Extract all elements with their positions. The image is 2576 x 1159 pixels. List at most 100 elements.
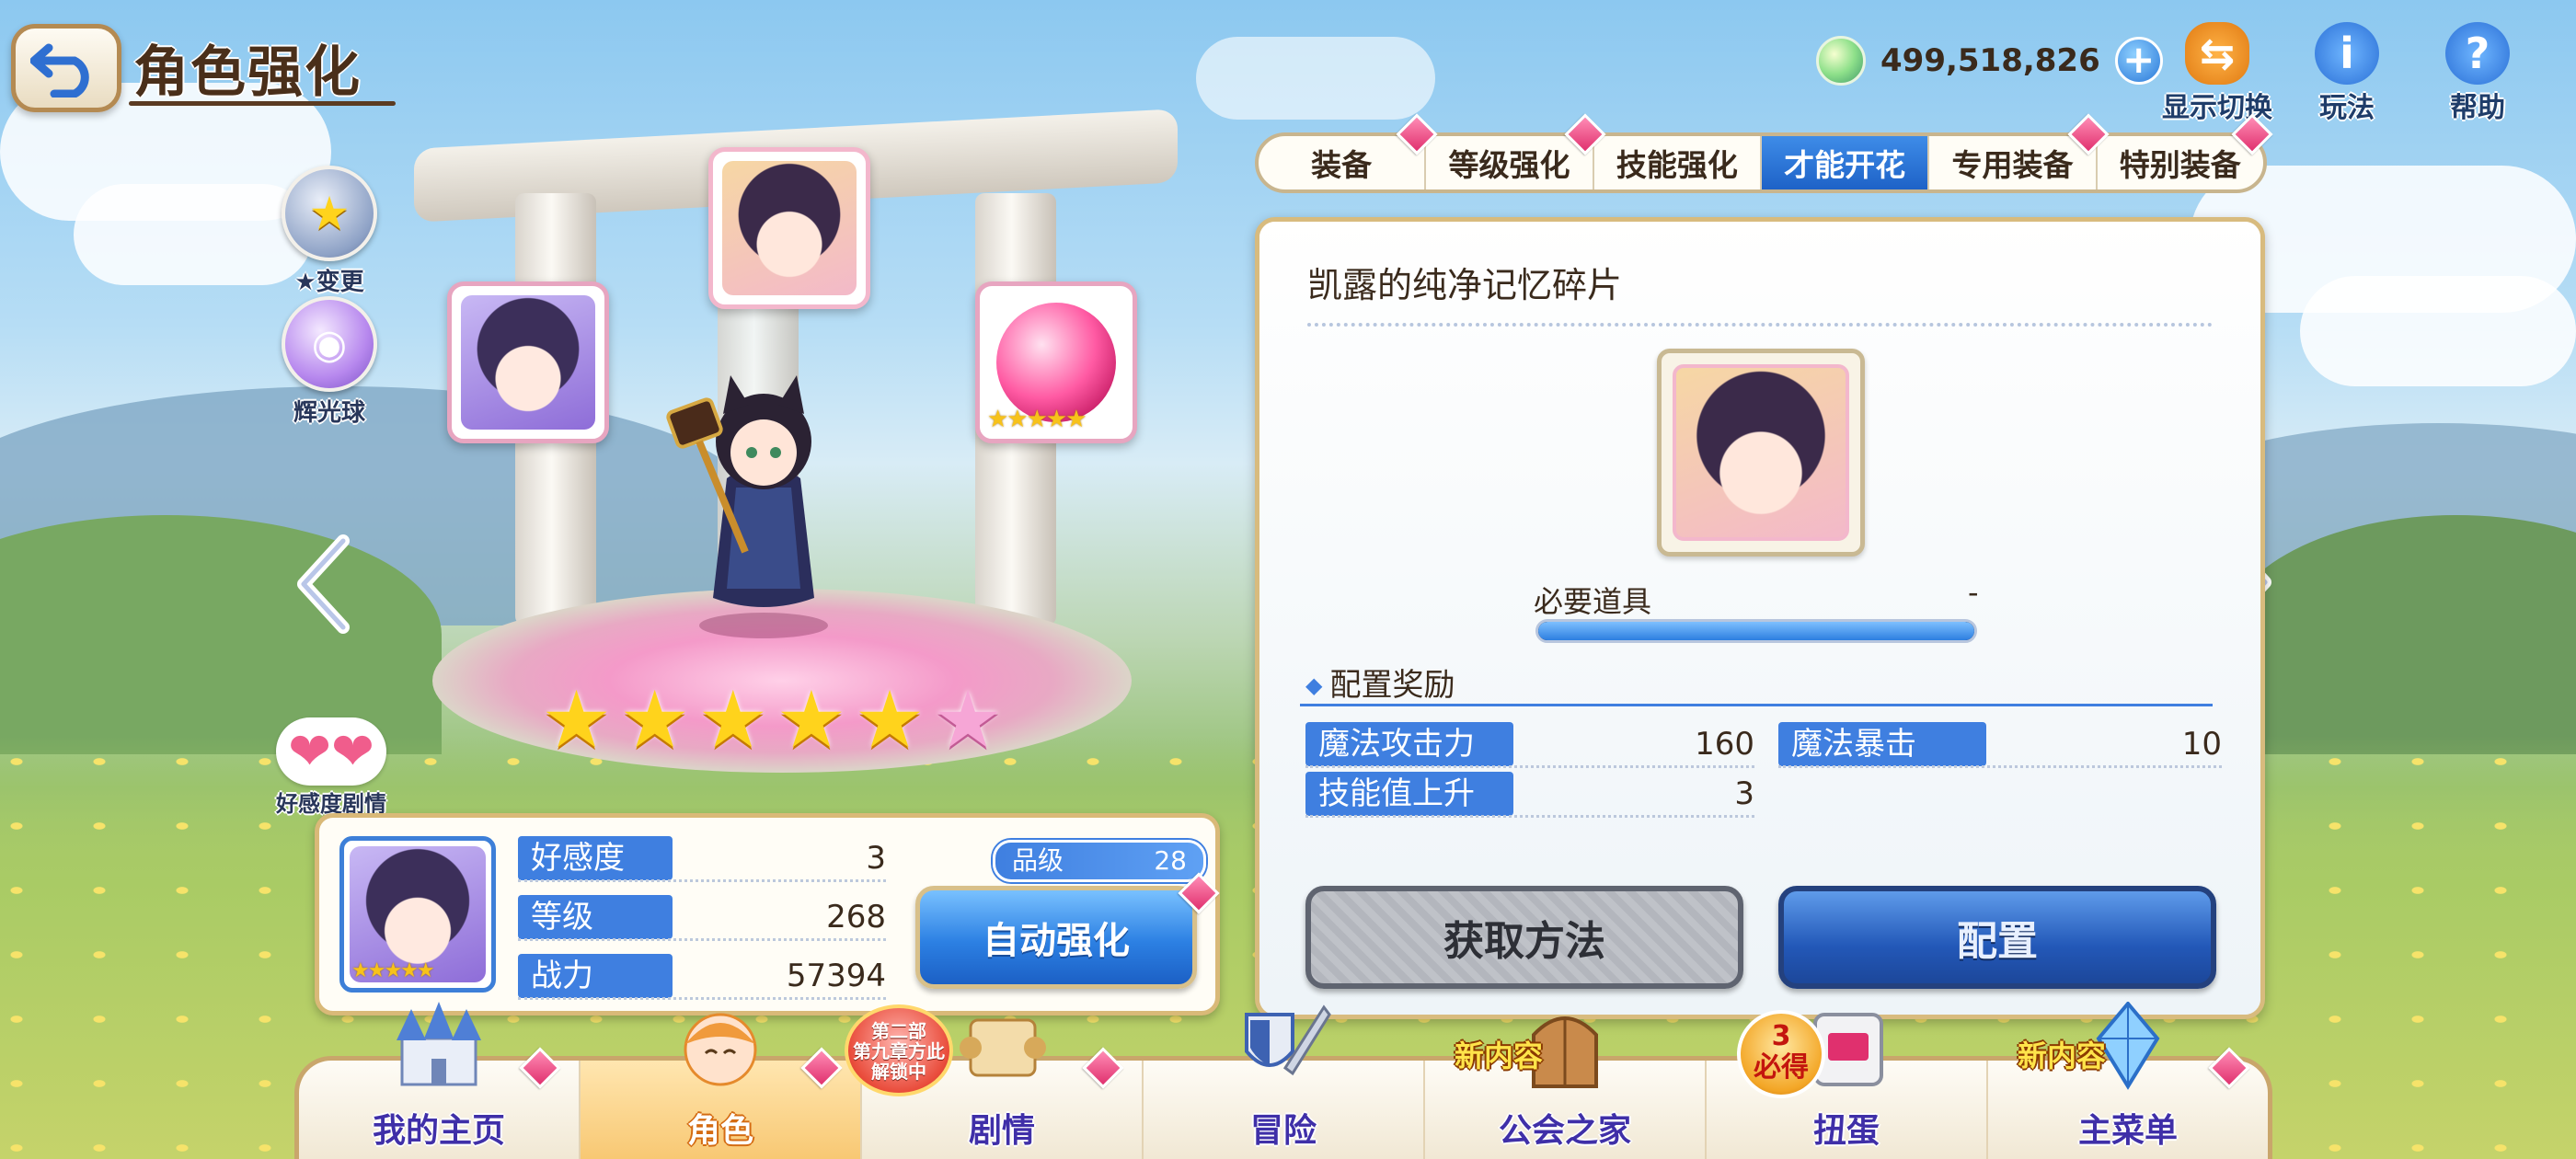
- back-arrow-icon: [30, 43, 89, 98]
- character-info-panel: ★★★★★ 好感度 3 等级 268 战力 57394 品级 28 自动强化: [315, 813, 1220, 1016]
- back-button[interactable]: [11, 24, 121, 112]
- star-change-button[interactable]: ★ ★变更: [282, 166, 377, 297]
- chapter-badge-line: 第九章方此: [853, 1040, 945, 1062]
- required-item-value: -: [1968, 575, 1979, 610]
- bonus-value: 160: [1695, 726, 1754, 763]
- get-method-button[interactable]: 获取方法: [1305, 886, 1743, 989]
- tab-label: 技能强化: [1616, 147, 1738, 183]
- affection-story-button[interactable]: ❤❤ 好感度剧情: [276, 717, 386, 818]
- help-label: 帮助: [2450, 92, 2505, 124]
- memory-piece-item[interactable]: [1657, 349, 1865, 557]
- sword-shield-icon: [1245, 1004, 1331, 1076]
- previous-character-arrow[interactable]: [293, 534, 357, 635]
- auto-enhance-button[interactable]: 自动强化: [915, 886, 1197, 989]
- currency-value: 499,518,826: [1880, 42, 2100, 79]
- required-item-label: 必要道具: [1534, 584, 1652, 619]
- nav-character[interactable]: 角色: [581, 1013, 862, 1159]
- glow-orb-button[interactable]: ◉ 辉光球: [282, 296, 377, 428]
- nav-label: 我的主页: [372, 1112, 505, 1150]
- star-icon: ★: [932, 674, 1004, 766]
- page-title: 角色强化: [133, 40, 362, 105]
- memory-piece-slot-left[interactable]: [447, 281, 609, 443]
- nav-my-page[interactable]: 我的主页: [299, 1002, 581, 1159]
- affection-label: 好感度: [518, 836, 673, 880]
- nav-label: 扭蛋: [1812, 1112, 1880, 1150]
- nav-label: 主菜单: [2077, 1112, 2178, 1150]
- star-icon: ★: [776, 674, 847, 766]
- tab-talent-bloom[interactable]: 才能开花: [1761, 136, 1930, 189]
- star-change-label: ★变更: [294, 269, 364, 296]
- tab-label: 才能开花: [1784, 147, 1906, 183]
- bonus-row: 魔法暴击 10: [1778, 722, 2222, 768]
- gacha-badge-line: 3: [1771, 1020, 1791, 1052]
- affection-row: 好感度 3: [518, 836, 886, 882]
- rank-value: 28: [1154, 845, 1187, 876]
- reward-title: 配置奖励: [1305, 660, 1455, 705]
- slot-stars: ★★★★★: [987, 406, 1087, 433]
- memory-piece-slot-right[interactable]: ★★★★★: [975, 281, 1137, 443]
- bonus-value: 10: [2181, 726, 2222, 763]
- tab-label: 装备: [1311, 147, 1373, 183]
- level-row: 等级 268: [518, 895, 886, 941]
- tab-unique-equipment[interactable]: 专用装备: [1929, 113, 2110, 189]
- character-face-icon: [1673, 364, 1849, 541]
- star-change-icon: ★: [282, 166, 377, 261]
- display-toggle-button[interactable]: ⇆ 显示切换: [2162, 22, 2272, 125]
- progress-fill: [1538, 622, 1974, 640]
- add-currency-button[interactable]: +: [2114, 37, 2163, 85]
- jewel-icon: [1816, 36, 1866, 86]
- power-value: 57394: [786, 958, 886, 994]
- star-icon: ★: [541, 674, 613, 766]
- bonus-value: 3: [1734, 775, 1754, 812]
- tab-label: 特别装备: [2119, 147, 2241, 183]
- required-item-progress: [1535, 619, 1977, 643]
- scroll-icon: [960, 1018, 1046, 1077]
- display-toggle-icon: ⇆: [2185, 22, 2249, 85]
- currency-display: 499,518,826 +: [1816, 33, 2163, 88]
- bonus-label: 技能值上升: [1305, 772, 1513, 816]
- portrait-stars: ★★★★★: [351, 959, 435, 982]
- bonus-label: 魔法暴击: [1778, 722, 1986, 766]
- item-title: 凯露的纯净记忆碎片: [1307, 265, 1623, 305]
- how-to-play-button[interactable]: i 玩法: [2315, 22, 2379, 125]
- tab-special-equipment[interactable]: 特别装备: [2098, 113, 2273, 189]
- tab-label: 专用装备: [1951, 147, 2074, 183]
- rank-label: 品级: [1012, 845, 1064, 876]
- gacha-guarantee-badge: 3 必得: [1737, 1010, 1825, 1098]
- help-icon: ?: [2445, 22, 2510, 85]
- title-underline: [129, 101, 396, 106]
- how-to-play-icon: i: [2315, 22, 2379, 85]
- reward-divider: [1300, 704, 2213, 706]
- castle-icon: [397, 1002, 481, 1086]
- nav-main-menu[interactable]: 新内容 主菜单: [1988, 1002, 2268, 1159]
- nav-guild-house[interactable]: 新内容 公会之家: [1425, 1016, 1707, 1159]
- talent-bloom-panel: 凯露的纯净记忆碎片 必要道具 - 配置奖励 魔法攻击力 160 魔法暴击 10 …: [1255, 217, 2265, 1019]
- nav-label: 公会之家: [1498, 1112, 1631, 1150]
- character-face-icon: [461, 295, 595, 430]
- star-icon: ★: [697, 674, 769, 766]
- star-icon: ★: [619, 674, 691, 766]
- level-value: 268: [826, 899, 886, 935]
- chapter-unlock-badge: 第二部 第九章方此 解锁中: [845, 1004, 953, 1096]
- rank-badge: 品级 28: [993, 840, 1206, 882]
- enhance-tabs: 装备 等级强化 技能强化 才能开花 专用装备 特别装备: [1255, 113, 2273, 193]
- nav-label: 剧情: [968, 1112, 1035, 1150]
- divider: [1307, 323, 2213, 327]
- tab-label: 等级强化: [1448, 147, 1570, 183]
- nav-adventure[interactable]: 冒险: [1144, 1004, 1425, 1159]
- tab-equipment[interactable]: 装备: [1259, 113, 1438, 189]
- memory-piece-slot-top[interactable]: [708, 147, 870, 309]
- tab-level-enhance[interactable]: 等级强化: [1426, 113, 1606, 189]
- tab-skill-enhance[interactable]: 技能强化: [1594, 136, 1762, 189]
- help-button[interactable]: ? 帮助: [2445, 22, 2510, 125]
- bonus-label: 魔法攻击力: [1305, 722, 1513, 766]
- glow-orb-icon: ◉: [282, 296, 377, 392]
- configure-button[interactable]: 配置: [1778, 886, 2216, 989]
- star-icon: ★: [854, 674, 926, 766]
- glow-orb-label: 辉光球: [293, 399, 365, 427]
- bonus-row: 魔法攻击力 160: [1305, 722, 1754, 768]
- bonus-row: 技能值上升 3: [1305, 772, 1754, 818]
- hearts-icon: ❤❤: [276, 717, 386, 786]
- character-portrait[interactable]: ★★★★★: [339, 836, 496, 993]
- affection-value: 3: [866, 840, 886, 877]
